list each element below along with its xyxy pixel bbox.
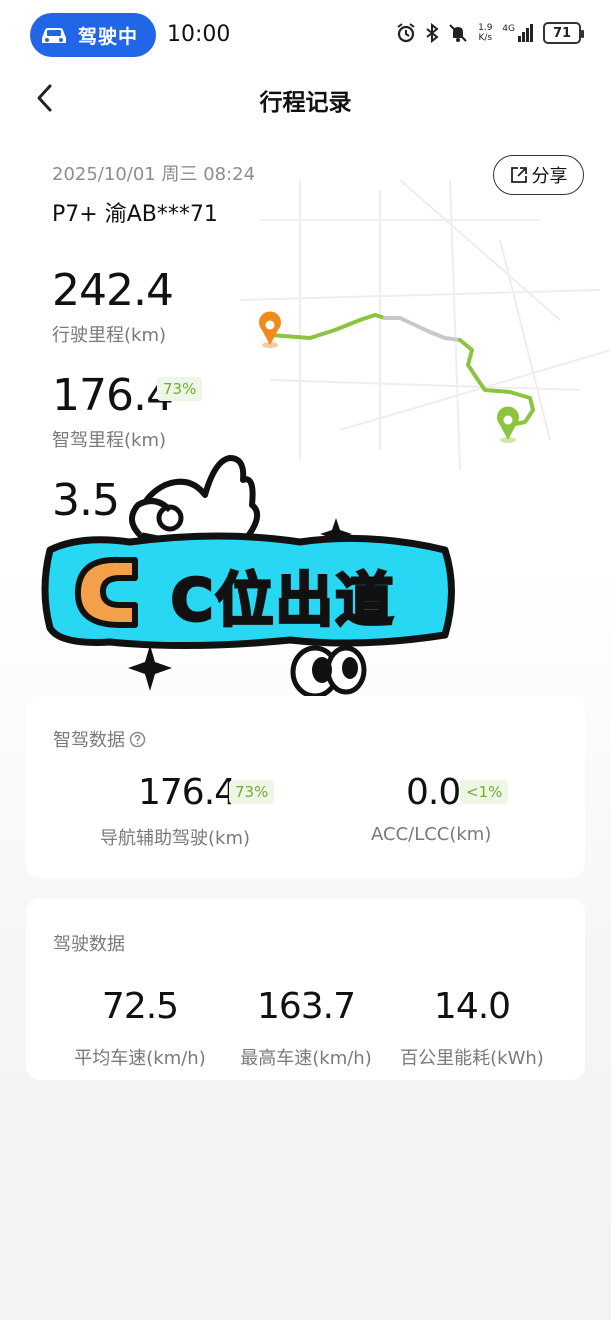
signal-label: 4G xyxy=(502,24,515,34)
driving-card-title: 驾驶数据 xyxy=(53,934,125,955)
avg-speed-label: 平均车速(km/h) xyxy=(74,1048,206,1069)
bluetooth-icon xyxy=(426,22,439,44)
page-title: 行程记录 xyxy=(259,90,352,116)
nav-assist-pct-badge: 73% xyxy=(229,780,275,804)
status-bar: 驾驶中 10:00 1.9 K/s 4G 71 xyxy=(0,0,611,70)
assist-distance-pct-badge: 73% xyxy=(157,377,203,401)
help-icon[interactable] xyxy=(129,731,146,748)
route-map[interactable] xyxy=(240,180,611,480)
distance-value: 242.4 xyxy=(52,265,174,316)
cartoon-eyes-icon xyxy=(290,645,367,699)
end-pin-icon xyxy=(497,406,519,443)
driving-status-pill[interactable]: 驾驶中 xyxy=(30,13,156,57)
route-line-segment-green xyxy=(458,338,535,427)
assist-distance-label: 智驾里程(km) xyxy=(52,430,167,451)
trip-datetime: 2025/10/01 周三 08:24 xyxy=(52,164,256,185)
nav-assist-label: 导航辅助驾驶(km) xyxy=(100,828,251,849)
network-speed-unit: K/s xyxy=(478,33,493,43)
alarm-icon xyxy=(397,23,415,43)
assist-distance-value: 176.4 xyxy=(52,370,174,421)
acc-lcc-label: ACC/LCC(km) xyxy=(371,824,492,845)
acc-lcc-value: 0.0 xyxy=(406,772,461,813)
c-position-sticker: C位出道 xyxy=(41,455,455,699)
assist-card-title: 智驾数据 xyxy=(53,726,146,752)
avg-speed-value: 72.5 xyxy=(101,986,179,1027)
status-icons: 1.9 K/s 4G 71 xyxy=(396,22,584,44)
max-speed-value: 163.7 xyxy=(256,986,356,1027)
energy-consumption-value: 14.0 xyxy=(433,986,511,1027)
driving-status-label: 驾驶中 xyxy=(78,25,139,48)
distance-label: 行驶里程(km) xyxy=(52,325,167,346)
signal-icon: 4G xyxy=(502,24,533,42)
assist-data-card: 智驾数据 176.4 73% 导航辅助驾驶(km) 0.0 <1% ACC/LC… xyxy=(26,696,585,878)
sticker-text: C位出道 xyxy=(171,566,396,634)
sparkle-icon-2 xyxy=(128,645,172,691)
nav-assist-value: 176.4 xyxy=(138,772,237,813)
start-pin-icon xyxy=(259,311,281,348)
battery-indicator: 71 xyxy=(543,22,584,44)
acc-lcc-pct-badge: <1% xyxy=(460,780,509,804)
map-roads xyxy=(240,180,611,471)
car-icon xyxy=(42,28,66,43)
trip-vehicle: P7+ 渝AB***71 xyxy=(52,202,218,227)
route-line-segment-gray xyxy=(383,316,462,342)
network-speed: 1.9 K/s xyxy=(474,23,496,43)
mute-icon xyxy=(449,24,468,42)
max-speed-label: 最高车速(km/h) xyxy=(240,1048,372,1069)
route-line xyxy=(268,312,387,341)
driving-data-card: 驾驶数据 72.5 平均车速(km/h) 163.7 最高车速(km/h) 14… xyxy=(26,898,585,1080)
assist-card-title-text: 智驾数据 xyxy=(53,730,125,751)
network-speed-value: 1.9 xyxy=(478,23,493,33)
status-time: 10:00 xyxy=(167,22,231,47)
energy-consumption-label: 百公里能耗(kWh) xyxy=(400,1048,544,1069)
